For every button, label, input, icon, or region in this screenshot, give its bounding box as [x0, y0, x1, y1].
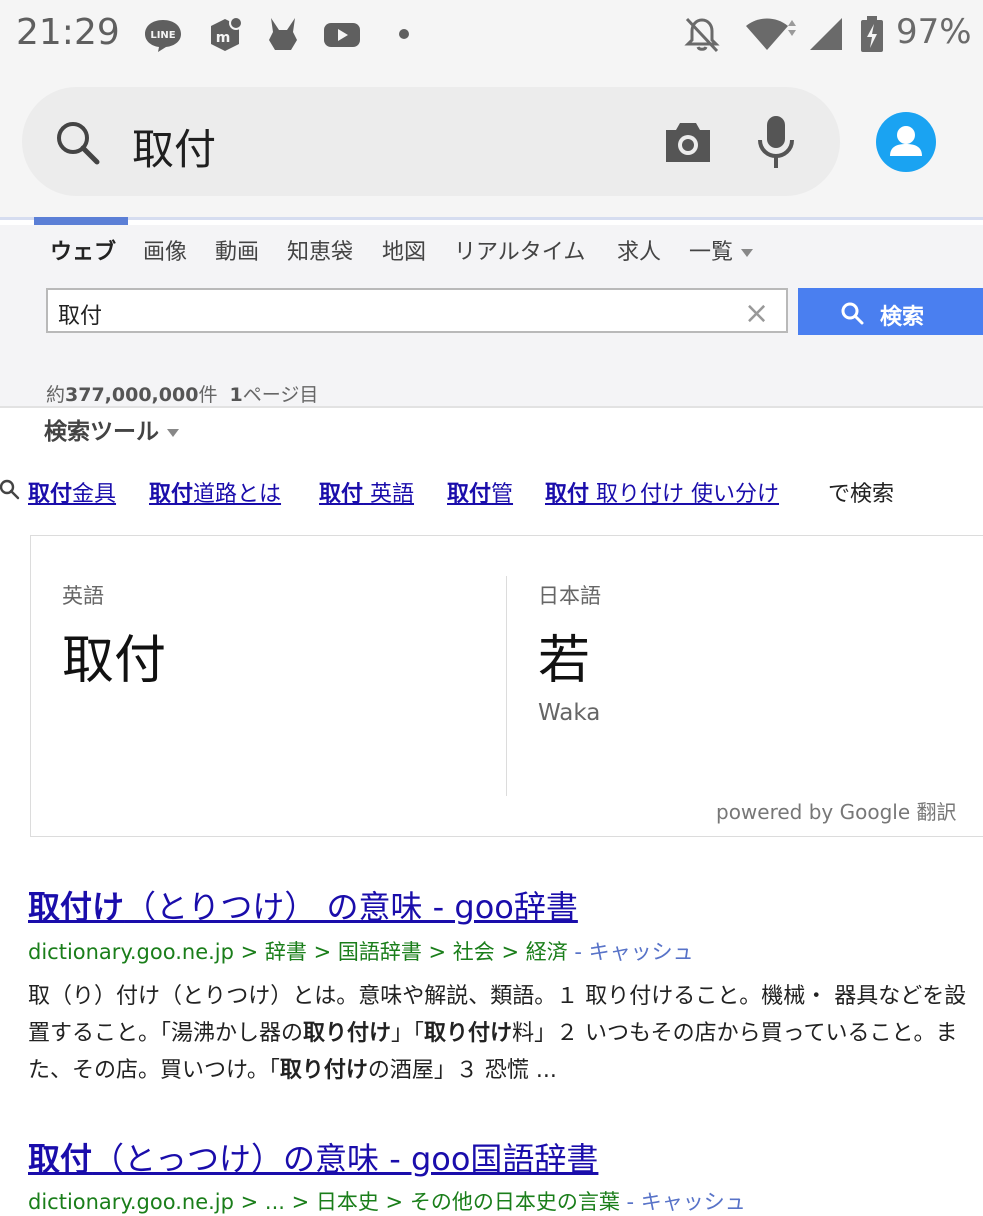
related-link-bold: 取付 — [319, 482, 364, 507]
related-search-icon — [0, 479, 20, 500]
related-link-rest: 英語 — [363, 482, 415, 507]
search-query[interactable]: 取付 — [132, 116, 216, 177]
svg-text:LINE: LINE — [150, 30, 175, 41]
result-url-1[interactable]: dictionary.goo.ne.jp > 辞書 > 国語辞書 > 社会 > … — [28, 936, 694, 966]
notifications-off-icon — [684, 17, 720, 53]
m-app-icon: m — [211, 16, 243, 51]
signal-icon — [810, 18, 842, 50]
battery-percentage: 97% — [896, 12, 972, 52]
tab-videos[interactable]: 動画 — [215, 234, 259, 266]
result-title-rest: （とりつけ） の意味 - goo辞書 — [124, 888, 578, 926]
related-link-1[interactable]: 取付金具 — [28, 476, 116, 508]
line-icon: LINE — [145, 20, 181, 52]
active-tab-indicator — [34, 217, 128, 225]
tab-list[interactable]: 一覧 — [689, 234, 754, 266]
search-icon — [57, 122, 100, 165]
status-time: 21:29 — [16, 12, 120, 53]
snippet-highlight: 取り付け — [303, 1021, 392, 1046]
snippet-text: 」「 — [391, 1021, 425, 1046]
search-tools-label: 検索ツール — [44, 419, 159, 445]
battery-icon — [861, 16, 883, 52]
result-count: 約377,000,000件 1ページ目 — [46, 380, 318, 407]
tab-map[interactable]: 地図 — [382, 234, 426, 266]
result-snippet-1: 取（り）付け（とりつけ）とは。意味や解説、類語。１ 取り付けること。機械・ 器具… — [28, 978, 978, 1089]
result-count-number: 377,000,000 — [65, 384, 199, 406]
chevron-down-icon — [741, 249, 754, 257]
related-link-bold: 取付 — [28, 482, 73, 507]
result-count-prefix: 約 — [46, 384, 66, 406]
target-language: 日本語 — [538, 584, 601, 608]
result-url-text: dictionary.goo.ne.jp > ... > 日本史 > その他の日… — [28, 1190, 620, 1214]
search-button-icon — [841, 302, 864, 325]
chevron-down-icon — [167, 428, 179, 437]
user-icon — [890, 126, 922, 156]
snippet-highlight: 取り付け — [424, 1021, 513, 1046]
divider — [0, 406, 983, 408]
wifi-icon — [746, 18, 796, 50]
tab-list-label: 一覧 — [689, 240, 734, 265]
camera-icon[interactable] — [662, 118, 714, 166]
svg-text:m: m — [216, 30, 231, 46]
related-link-5[interactable]: 取付 取り付け 使い分け — [545, 476, 779, 508]
youtube-icon — [324, 23, 360, 47]
source-text: 取付 — [62, 631, 167, 691]
search-input-value[interactable]: 取付 — [58, 298, 102, 330]
translation-divider — [506, 576, 507, 796]
result-title-bold: 取付け — [28, 888, 125, 926]
related-link-bold: 取付 — [545, 482, 590, 507]
target-text: 若 — [538, 631, 591, 691]
page-suffix: ページ目 — [242, 384, 319, 406]
result-title-2[interactable]: 取付（とっつけ）の意味 - goo国語辞書 — [28, 1134, 598, 1180]
cache-link[interactable]: - キャッシュ — [620, 1190, 746, 1214]
tab-chiebukuro[interactable]: 知恵袋 — [287, 234, 353, 266]
result-title-rest: （とっつけ）の意味 - goo国語辞書 — [92, 1140, 599, 1178]
related-suffix: で検索 — [828, 482, 895, 507]
related-link-4[interactable]: 取付管 — [447, 476, 513, 508]
microphone-icon[interactable] — [754, 112, 798, 172]
target-romanization: Waka — [538, 700, 601, 726]
tab-images[interactable]: 画像 — [143, 234, 187, 266]
dot-icon — [399, 29, 409, 39]
tab-realtime[interactable]: リアルタイム — [454, 234, 585, 266]
source-language: 英語 — [62, 584, 104, 608]
related-link-bold: 取付 — [447, 482, 492, 507]
header-divider — [0, 217, 983, 220]
page-number: 1 — [229, 384, 243, 406]
snippet-highlight: 取り付け — [279, 1058, 368, 1083]
search-input[interactable] — [46, 288, 788, 333]
pikachu-icon — [269, 18, 297, 50]
result-count-suffix: 件 — [198, 384, 218, 406]
related-link-rest: 道路とは — [193, 482, 282, 507]
tab-jobs[interactable]: 求人 — [617, 234, 661, 266]
related-link-rest: 取り付け 使い分け — [589, 482, 780, 507]
related-link-rest: 管 — [491, 482, 514, 507]
snippet-text: の酒屋」３ 恐慌 ... — [367, 1058, 557, 1083]
related-link-2[interactable]: 取付道路とは — [149, 476, 281, 508]
search-tools[interactable]: 検索ツール — [44, 412, 179, 446]
result-title-bold: 取付 — [28, 1140, 93, 1178]
related-link-rest: 金具 — [72, 482, 117, 507]
tab-web[interactable]: ウェブ — [50, 234, 116, 266]
search-button-label: 検索 — [880, 305, 925, 330]
powered-by: powered by Google 翻訳 — [716, 800, 957, 824]
clear-icon[interactable]: × — [744, 296, 769, 331]
related-link-bold: 取付 — [149, 482, 194, 507]
result-title-1[interactable]: 取付け（とりつけ） の意味 - goo辞書 — [28, 882, 578, 928]
related-link-3[interactable]: 取付 英語 — [319, 476, 414, 508]
result-url-2[interactable]: dictionary.goo.ne.jp > ... > 日本史 > その他の日… — [28, 1186, 746, 1216]
cache-link[interactable]: - キャッシュ — [568, 940, 693, 964]
result-url-text: dictionary.goo.ne.jp > 辞書 > 国語辞書 > 社会 > … — [28, 940, 568, 964]
